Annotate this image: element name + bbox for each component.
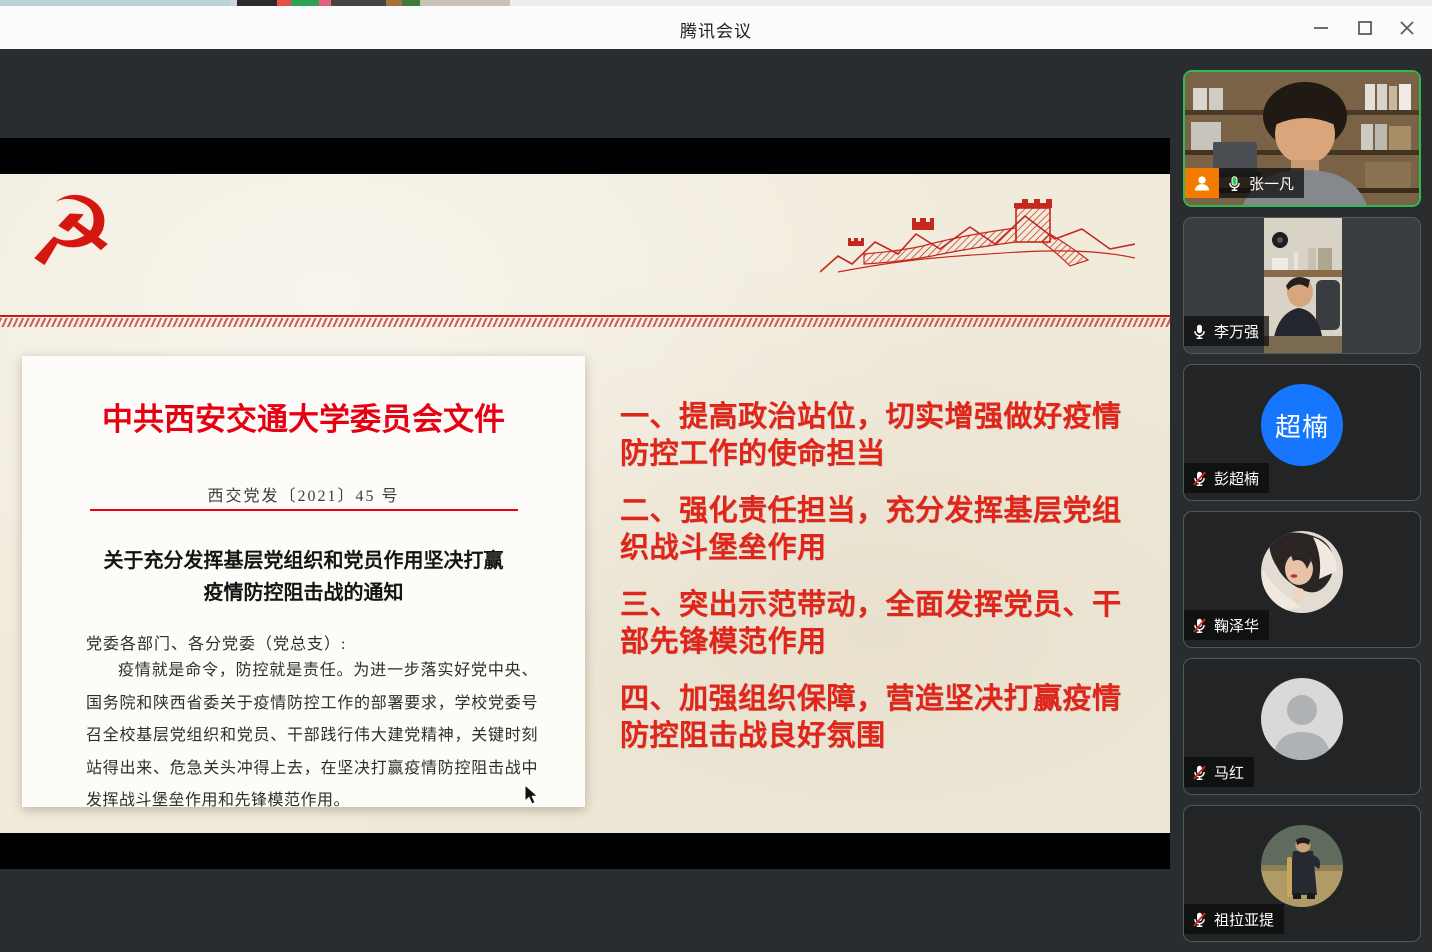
participant-name: 张一凡 <box>1249 175 1295 193</box>
avatar: 超楠 <box>1261 384 1343 466</box>
document-body: 疫情就是命令，防控就是责任。为进一步落实好党中央、国务院和陕西省委关于疫情防控工… <box>86 662 538 809</box>
microphone-muted-icon <box>1193 618 1206 633</box>
document-title: 中共西安交通大学委员会文件 <box>102 402 505 437</box>
participants-sidebar: 张一凡 李万强 超楠 彭超楠 鞠泽华 马红 祖拉亚提 <box>1170 49 1432 952</box>
participant-tile-juzehua[interactable]: 鞠泽华 <box>1183 511 1421 648</box>
slide-divider <box>0 315 1170 328</box>
slide-point-3: 三、突出示范带动，全面发挥党员、干部先锋模范作用 <box>620 589 1122 658</box>
participant-name: 祖拉亚提 <box>1214 911 1275 929</box>
document-heading: 关于充分发挥基层党组织和党员作用坚决打赢 疫情防控阻击战的通知 <box>62 545 545 609</box>
slide-point-2: 二、强化责任担当，充分发挥基层党组织战斗堡垒作用 <box>620 495 1122 564</box>
sharer-person-icon <box>1185 168 1219 198</box>
slide-point-1: 一、提高政治站位，切实增强做好疫情防控工作的使命担当 <box>620 401 1122 470</box>
microphone-muted-icon <box>1193 765 1206 780</box>
minimize-button[interactable] <box>1306 14 1336 42</box>
maximize-icon <box>1358 21 1372 35</box>
participant-tile-zulayati[interactable]: 祖拉亚提 <box>1183 805 1421 942</box>
close-icon <box>1400 21 1414 35</box>
great-wall-illustration <box>820 199 1135 273</box>
participant-name: 李万强 <box>1214 323 1260 341</box>
microphone-icon <box>1194 324 1205 339</box>
mouse-cursor <box>524 784 539 805</box>
microphone-muted-icon <box>1193 471 1206 486</box>
party-emblem-icon: ☭ <box>25 176 117 288</box>
participant-tile-mahong[interactable]: 马红 <box>1183 658 1421 795</box>
participant-tile-zhangyifan[interactable]: 张一凡 <box>1183 70 1421 207</box>
document-number: 西交党发〔2021〕45 号 <box>207 488 400 505</box>
minimize-icon <box>1314 27 1328 29</box>
letterbox-bottom <box>0 833 1170 869</box>
window-title: 腾讯会议 <box>680 22 752 41</box>
webcam-video <box>1264 218 1342 353</box>
document-page: 中共西安交通大学委员会文件 西交党发〔2021〕45 号 关于充分发挥基层党组织… <box>22 356 585 809</box>
screen-share-stage: ☭ 中共西安交通大学委员会文件 西交党发〔2021〕45 号 关于充分发挥基层党… <box>0 49 1170 952</box>
title-bar: 腾讯会议 <box>0 6 1432 50</box>
participant-tile-liwanqiang[interactable]: 李万强 <box>1183 217 1421 354</box>
maximize-button[interactable] <box>1350 14 1380 42</box>
microphone-active-icon <box>1229 175 1240 191</box>
document-salutation: 党委各部门、各分党委（党总支）: <box>86 636 347 653</box>
avatar <box>1261 531 1343 613</box>
close-button[interactable] <box>1392 14 1422 42</box>
slide-point-4: 四、加强组织保障，营造坚决打赢疫情防控阻击战良好氛围 <box>620 683 1122 752</box>
microphone-muted-icon <box>1193 912 1206 927</box>
presentation-slide: ☭ 中共西安交通大学委员会文件 西交党发〔2021〕45 号 关于充分发挥基层党… <box>0 174 1170 833</box>
participant-name: 彭超楠 <box>1214 470 1260 488</box>
avatar-initials: 超楠 <box>1274 411 1329 442</box>
document-heading-line2: 疫情防控阻击战的通知 <box>203 582 404 604</box>
avatar <box>1261 825 1343 907</box>
letterbox-top <box>0 138 1170 174</box>
document-red-rule <box>90 509 518 511</box>
participant-name: 鞠泽华 <box>1214 617 1260 635</box>
participant-name: 马红 <box>1214 764 1245 782</box>
document-heading-line1: 关于充分发挥基层党组织和党员作用坚决打赢 <box>103 550 504 572</box>
participant-tile-pengchaonan[interactable]: 超楠 彭超楠 <box>1183 364 1421 501</box>
tencent-meeting-window: 腾讯会议 ☭ 中共西安交通大学委员会文件 西交党发〔2021〕45 号 关于充分… <box>0 0 1432 952</box>
avatar-placeholder <box>1261 678 1343 760</box>
